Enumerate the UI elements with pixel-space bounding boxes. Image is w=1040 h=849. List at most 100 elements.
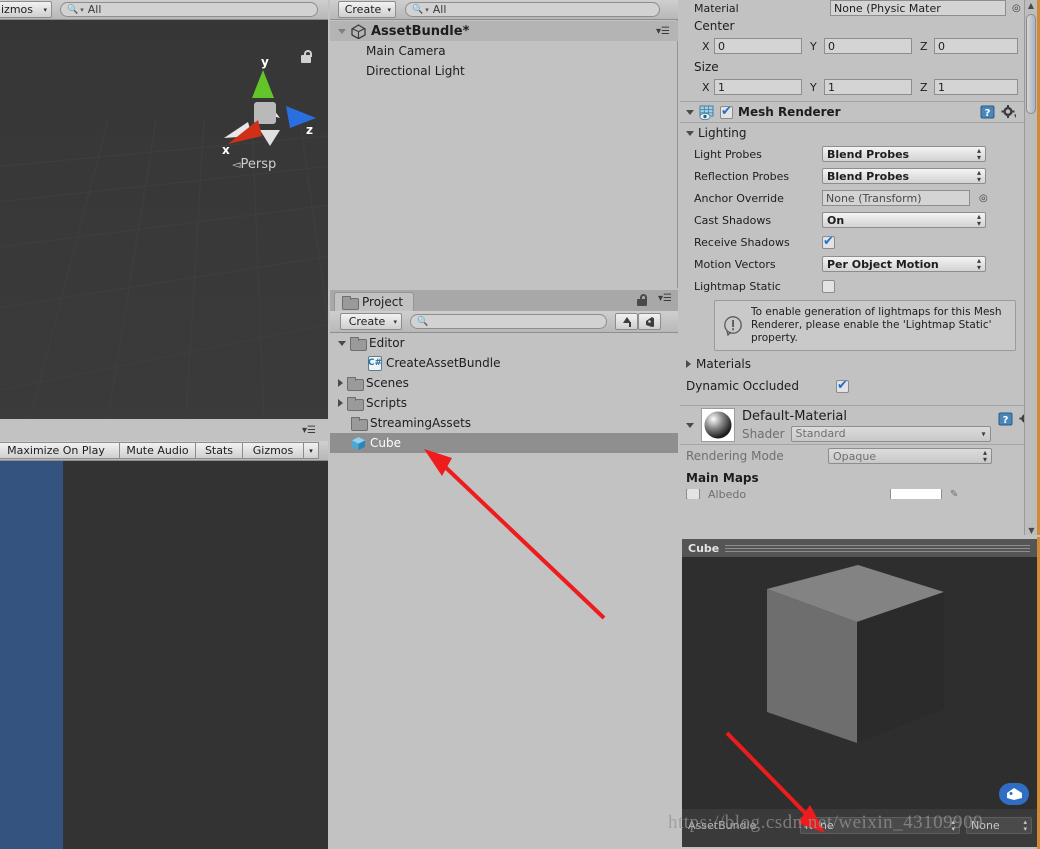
inspector-content: Material None (Physic Mater ◎ Center X 0… bbox=[680, 0, 1024, 535]
preview-header[interactable]: Cube bbox=[682, 539, 1038, 557]
maximize-on-play-button[interactable]: Maximize On Play bbox=[0, 442, 120, 459]
collider-material-field[interactable]: None (Physic Mater bbox=[830, 0, 1006, 16]
inspector-scrollbar[interactable]: ▲ ▼ bbox=[1024, 0, 1037, 535]
project-type-filter-button[interactable] bbox=[615, 313, 638, 330]
mute-audio-button[interactable]: Mute Audio bbox=[119, 442, 196, 459]
game-gizmos-button[interactable]: Gizmos bbox=[242, 442, 304, 459]
game-view-canvas[interactable] bbox=[0, 461, 328, 849]
help-icon[interactable]: ? bbox=[980, 105, 995, 119]
scene-persp-label[interactable]: ◅Persp bbox=[232, 157, 276, 172]
tab-project[interactable]: Project bbox=[334, 292, 415, 311]
hierarchy-create-label: Create bbox=[344, 3, 382, 16]
preview-panel: Cube AssetBundle None ▴ ▾ None ▴ ▾ bbox=[680, 537, 1040, 849]
hierarchy-search-input[interactable]: 🔍 ▾ All bbox=[405, 2, 660, 17]
project-menu-icon[interactable]: ▾☰ bbox=[658, 293, 672, 304]
assetbundle-tag-button[interactable] bbox=[999, 783, 1029, 805]
chevron-down-icon[interactable] bbox=[686, 130, 694, 136]
scene-gizmos-dropdown[interactable]: izmos ▾ bbox=[0, 1, 52, 18]
folder-icon bbox=[351, 417, 368, 431]
collider-center-z-field[interactable]: 0 bbox=[934, 38, 1018, 54]
lightmap-static-checkbox[interactable] bbox=[822, 279, 835, 293]
chevron-down-icon: ▾ bbox=[387, 5, 391, 14]
project-row-editor[interactable]: Editor bbox=[330, 333, 678, 353]
project-row-cube[interactable]: Cube bbox=[330, 433, 678, 453]
chevron-down-icon: ▾ bbox=[393, 317, 397, 326]
lightmap-help-box: To enable generation of lightmaps for th… bbox=[714, 300, 1016, 351]
materials-foldout[interactable]: Materials bbox=[680, 353, 1024, 375]
receive-shadows-label: Receive Shadows bbox=[694, 235, 790, 249]
game-gizmos-label: Gizmos bbox=[252, 444, 294, 457]
stats-button[interactable]: Stats bbox=[195, 442, 243, 459]
game-view-menu-icon[interactable]: ▾☰ bbox=[302, 425, 316, 436]
project-row-scenes[interactable]: Scenes bbox=[330, 373, 678, 393]
lock-icon[interactable] bbox=[637, 294, 648, 306]
project-row-createassetbundle[interactable]: C# CreateAssetBundle bbox=[330, 353, 678, 373]
collider-center-row: X 0 Y 0 Z 0 bbox=[680, 35, 1024, 57]
scene-view-canvas[interactable]: y z x ◅Persp bbox=[0, 20, 328, 419]
chevron-right-icon[interactable] bbox=[686, 360, 691, 368]
scene-orientation-gizmo[interactable]: y z x bbox=[196, 28, 326, 158]
help-icon[interactable]: ? bbox=[998, 412, 1013, 426]
prop-rendering-mode: Rendering Mode Opaque ▴ ▾ bbox=[680, 445, 1024, 467]
hierarchy-scene-row[interactable]: AssetBundle* ▾☰ bbox=[330, 21, 678, 41]
hierarchy-item-main-camera[interactable]: Main Camera bbox=[330, 41, 678, 61]
collider-size-x-field[interactable]: 1 bbox=[714, 79, 802, 95]
object-picker-icon[interactable]: ◎ bbox=[979, 193, 988, 204]
receive-shadows-checkbox[interactable] bbox=[822, 235, 835, 249]
svg-text:?: ? bbox=[1002, 415, 1008, 426]
axis-z-label: Z bbox=[920, 39, 928, 53]
project-row-scripts[interactable]: Scripts bbox=[330, 393, 678, 413]
project-label-filter-button[interactable] bbox=[638, 313, 661, 330]
project-tabbar: Project ▾☰ bbox=[330, 290, 678, 311]
project-search-input[interactable]: 🔍 bbox=[410, 314, 607, 329]
collider-center-x-field[interactable]: 0 bbox=[714, 38, 802, 54]
mesh-renderer-header[interactable]: Mesh Renderer ? ▾ bbox=[680, 101, 1024, 123]
shader-dropdown[interactable]: Standard ▾ bbox=[790, 425, 991, 442]
tag-icon bbox=[1006, 788, 1022, 800]
tag-icon bbox=[646, 316, 654, 327]
project-row-streamingassets[interactable]: StreamingAssets bbox=[330, 413, 678, 433]
motion-vectors-dropdown[interactable]: Per Object Motion ▴ ▾ bbox=[822, 256, 986, 272]
scene-search-value: All bbox=[87, 3, 102, 16]
anchor-override-field[interactable]: None (Transform) bbox=[822, 190, 970, 206]
collider-size-y-field[interactable]: 1 bbox=[824, 79, 912, 95]
rendering-mode-dropdown[interactable]: Opaque ▴ ▾ bbox=[828, 448, 992, 464]
prop-cast-shadows: Cast Shadows On ▴ ▾ bbox=[680, 209, 1024, 231]
chevron-down-icon: ▾ bbox=[80, 5, 84, 14]
game-gizmos-dropdown[interactable]: ▾ bbox=[303, 442, 319, 459]
lightmap-static-label: Lightmap Static bbox=[694, 279, 781, 293]
chevron-down-icon[interactable] bbox=[686, 422, 694, 428]
cast-shadows-dropdown[interactable]: On ▴ ▾ bbox=[822, 212, 986, 228]
chevron-right-icon[interactable] bbox=[338, 399, 343, 407]
project-row-label: Cube bbox=[370, 436, 401, 450]
light-probes-dropdown[interactable]: Blend Probes ▴ ▾ bbox=[822, 146, 986, 162]
chevron-right-icon[interactable] bbox=[338, 379, 343, 387]
drag-handle[interactable] bbox=[725, 544, 1030, 552]
chevron-down-icon[interactable] bbox=[338, 28, 346, 34]
hierarchy-menu-icon[interactable]: ▾☰ bbox=[656, 26, 670, 37]
preview-canvas[interactable] bbox=[682, 557, 1038, 829]
object-picker-icon[interactable]: ◎ bbox=[1012, 3, 1021, 14]
dynamic-occluded-checkbox[interactable] bbox=[836, 379, 849, 393]
reflection-probes-dropdown[interactable]: Blend Probes ▴ ▾ bbox=[822, 168, 986, 184]
lock-icon[interactable] bbox=[300, 50, 312, 63]
project-tree: Editor C# CreateAssetBundle Scenes Scrip… bbox=[330, 333, 678, 849]
hierarchy-toolbar: Create ▾ 🔍 ▾ All bbox=[330, 0, 678, 20]
scroll-up-arrow-icon[interactable]: ▲ bbox=[1025, 0, 1037, 11]
collider-size-z-field[interactable]: 1 bbox=[934, 79, 1018, 95]
chevron-down-icon[interactable] bbox=[686, 109, 694, 115]
cube-icon bbox=[351, 436, 366, 450]
chevron-down-icon[interactable] bbox=[338, 340, 346, 346]
inspector-scroll-thumb[interactable] bbox=[1026, 14, 1036, 114]
mesh-renderer-enabled-checkbox[interactable] bbox=[720, 105, 733, 119]
material-header[interactable]: Default-Material Shader Standard ▾ ? bbox=[680, 405, 1024, 445]
collider-center-y-field[interactable]: 0 bbox=[824, 38, 912, 54]
cube-preview-render bbox=[682, 557, 1038, 829]
project-create-button[interactable]: Create ▾ bbox=[340, 313, 402, 330]
gear-icon[interactable]: ▾ bbox=[1001, 105, 1016, 119]
scene-search-input[interactable]: 🔍 ▾ All bbox=[60, 2, 318, 17]
hierarchy-item-directional-light[interactable]: Directional Light bbox=[330, 61, 678, 81]
collider-size-row: X 1 Y 1 Z 1 bbox=[680, 76, 1024, 98]
lighting-foldout[interactable]: Lighting bbox=[680, 123, 1024, 143]
hierarchy-create-button[interactable]: Create ▾ bbox=[338, 1, 396, 18]
